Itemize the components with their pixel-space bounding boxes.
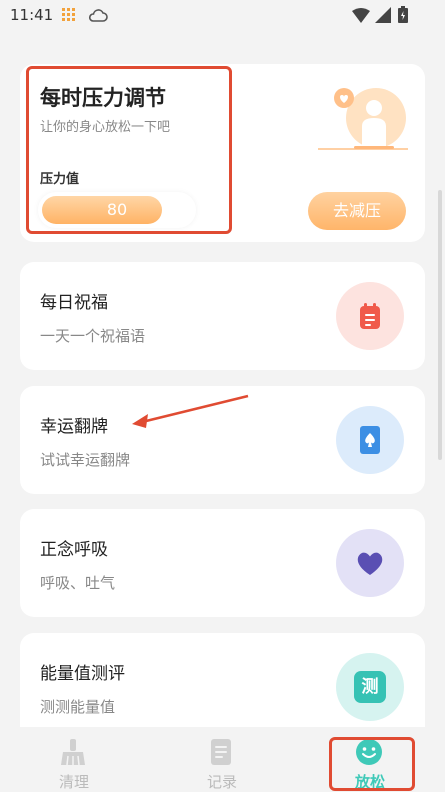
feature-title: 幸运翻牌 xyxy=(40,417,108,437)
relieve-stress-button[interactable]: 去减压 xyxy=(308,192,406,230)
tab-label: 清理 xyxy=(58,773,89,791)
tab-label: 记录 xyxy=(206,773,237,791)
feature-icon-circle xyxy=(336,282,404,350)
person-illustration-icon xyxy=(318,88,408,150)
feature-card-mindful-breathing[interactable]: 正念呼吸 呼吸、吐气 xyxy=(20,509,425,617)
test-icon: 测 xyxy=(354,671,386,703)
feature-card-energy-test[interactable]: 能量值测评 测测能量值 测 xyxy=(20,633,425,741)
feature-subtitle: 测测能量值 xyxy=(40,698,116,716)
feature-title: 能量值测评 xyxy=(40,664,125,684)
notification-grid-icon xyxy=(62,8,75,21)
feature-subtitle: 呼吸、吐气 xyxy=(40,574,116,592)
tab-clean[interactable]: 清理 xyxy=(0,727,148,791)
status-bar: 11:41 xyxy=(0,0,445,32)
feature-subtitle: 一天一个祝福语 xyxy=(40,327,146,345)
notepad-icon xyxy=(360,303,380,329)
signal-icon xyxy=(375,7,391,23)
feature-title: 正念呼吸 xyxy=(40,540,108,560)
document-icon xyxy=(211,739,231,765)
feature-title: 每日祝福 xyxy=(40,293,108,313)
tab-records[interactable]: 记录 xyxy=(148,727,296,791)
scrollbar[interactable] xyxy=(438,190,442,460)
heart-icon xyxy=(357,552,383,575)
feature-subtitle: 试试幸运翻牌 xyxy=(40,451,131,469)
feature-icon-circle xyxy=(336,529,404,597)
feature-card-daily-blessing[interactable]: 每日祝福 一天一个祝福语 xyxy=(20,262,425,370)
feature-icon-circle: 测 xyxy=(336,653,404,721)
spade-card-icon xyxy=(360,426,380,454)
wifi-icon xyxy=(352,8,370,23)
broom-icon xyxy=(61,739,85,766)
highlight-box-relax-tab xyxy=(329,737,415,791)
annotation-arrow-icon xyxy=(132,394,249,428)
highlight-box-stress xyxy=(26,66,232,234)
feature-icon-circle xyxy=(336,406,404,474)
battery-icon xyxy=(398,6,408,23)
cloud-icon xyxy=(88,9,108,22)
status-time: 11:41 xyxy=(10,6,54,24)
